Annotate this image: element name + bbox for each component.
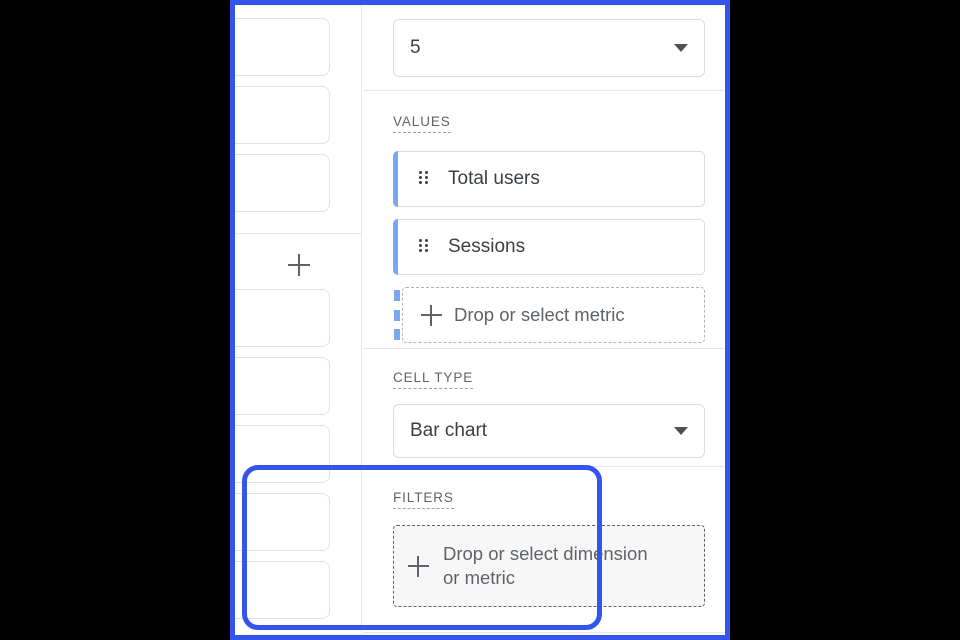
settings-panel: 5 VALUES Total users Sessions Drop or se… xyxy=(363,5,725,635)
metric-chip-total-users[interactable]: Total users xyxy=(393,151,705,207)
chevron-down-icon xyxy=(674,44,688,52)
chip-accent-bar xyxy=(393,151,398,207)
cell-type-dropdown[interactable]: Bar chart xyxy=(393,404,705,458)
list-item[interactable] xyxy=(235,357,330,415)
cell-type-label-wrap: CELL TYPE xyxy=(393,369,705,389)
list-item[interactable] xyxy=(235,18,330,76)
panel-highlight-border: 5 VALUES Total users Sessions Drop or se… xyxy=(230,0,730,640)
report-customization-panel: 5 VALUES Total users Sessions Drop or se… xyxy=(235,5,725,635)
filters-label-wrap: FILTERS xyxy=(393,489,705,509)
filters-section: FILTERS Drop or select dimension or metr… xyxy=(363,467,725,633)
values-label-wrap: VALUES xyxy=(393,113,705,133)
row-count-value: 5 xyxy=(410,37,421,58)
list-item[interactable] xyxy=(235,86,330,144)
metric-label: Total users xyxy=(448,168,540,189)
column-divider xyxy=(235,233,362,234)
values-section: VALUES Total users Sessions Drop or sele… xyxy=(363,91,725,349)
metric-chip-sessions[interactable]: Sessions xyxy=(393,219,705,275)
chevron-down-icon xyxy=(674,427,688,435)
filter-dropzone-label-line2: or metric xyxy=(443,567,515,588)
filter-dropzone-label-line1: Drop or select dimension xyxy=(443,543,648,564)
drag-handle-icon[interactable] xyxy=(419,239,430,255)
drag-handle-icon[interactable] xyxy=(419,171,430,187)
metric-dropzone[interactable]: Drop or select metric xyxy=(394,287,705,343)
list-item[interactable] xyxy=(235,561,330,619)
row-count-section: 5 xyxy=(363,5,725,91)
filter-dropzone[interactable]: Drop or select dimension or metric xyxy=(393,525,705,607)
filters-label: FILTERS xyxy=(393,490,454,509)
values-label: VALUES xyxy=(393,114,451,133)
cell-type-value: Bar chart xyxy=(410,420,488,441)
plus-icon xyxy=(421,304,442,326)
row-count-dropdown[interactable]: 5 xyxy=(393,19,705,77)
chip-accent-bar xyxy=(393,219,398,275)
list-item[interactable] xyxy=(235,425,330,483)
metric-dropzone-label: Drop or select metric xyxy=(454,304,625,325)
metric-label: Sessions xyxy=(448,236,526,257)
list-item[interactable] xyxy=(235,493,330,551)
screenshot-root: 5 VALUES Total users Sessions Drop or se… xyxy=(0,0,960,640)
list-item[interactable] xyxy=(235,154,330,212)
add-card-button[interactable] xyxy=(235,237,362,292)
list-item[interactable] xyxy=(235,289,330,347)
filter-dropzone-label-group: Drop or select dimension or metric xyxy=(443,542,648,590)
cards-column xyxy=(235,5,362,635)
dropzone-accent-bar xyxy=(394,290,400,340)
plus-icon xyxy=(287,253,310,276)
plus-icon xyxy=(408,555,429,577)
cell-type-label: CELL TYPE xyxy=(393,370,474,389)
cell-type-section: CELL TYPE Bar chart xyxy=(363,349,725,467)
